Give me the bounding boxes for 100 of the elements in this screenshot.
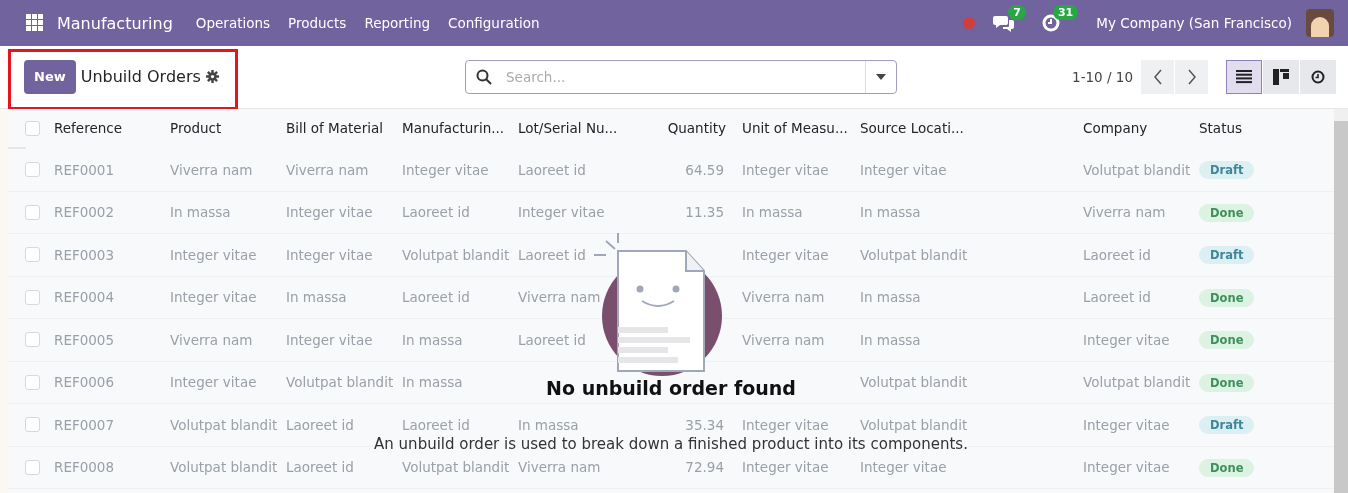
clock-icon[interactable] (1041, 14, 1060, 32)
row-checkbox[interactable] (25, 417, 40, 433)
table-cell: Laoreet id (402, 204, 470, 221)
status-badge: Done (1199, 373, 1255, 392)
table-cell: Laoreet id (286, 459, 354, 476)
product-header[interactable]: Product (162, 120, 278, 136)
table-cell: Viverra nam (518, 289, 601, 306)
menu-item[interactable]: Products (288, 15, 347, 31)
table-cell: Viverra nam (742, 331, 825, 348)
table-cell: REF0004 (54, 289, 115, 306)
status-badge: Done (1199, 331, 1255, 350)
table-cell: 11.35 (685, 204, 724, 221)
location-header[interactable]: Source Locati... (852, 120, 1075, 136)
scrollbar[interactable] (1334, 109, 1348, 493)
table-cell: Viverra nam (170, 161, 253, 178)
table-cell: Integer vitae (1083, 416, 1170, 433)
menu-item[interactable]: Reporting (364, 15, 430, 31)
row-checkbox[interactable] (25, 247, 40, 263)
table-cell: Integer vitae (742, 459, 829, 476)
row-checkbox[interactable] (25, 204, 40, 220)
status-badge: Done (1199, 203, 1255, 222)
table-cell: In massa (742, 204, 803, 221)
bom-header[interactable]: Bill of Material (278, 120, 394, 136)
menu-item[interactable]: Configuration (448, 15, 540, 31)
user-avatar[interactable] (1306, 9, 1334, 37)
empty-state-title: No unbuild order found (546, 378, 796, 398)
table-cell: Volutpat blandit (1083, 374, 1191, 391)
app-name[interactable]: Manufacturing (57, 13, 173, 33)
status-header[interactable]: Status (1191, 120, 1243, 136)
status-badge: Done (1199, 458, 1255, 477)
list-icon (1236, 70, 1252, 84)
search-field[interactable]: Search... (465, 60, 897, 94)
table-cell: Integer vitae (860, 459, 947, 476)
table-cell: 64.59 (685, 161, 724, 178)
table-cell: Integer vitae (170, 246, 257, 263)
new-button[interactable]: New (24, 59, 76, 94)
table-cell: 35.34 (685, 416, 724, 433)
row-checkbox[interactable] (25, 332, 40, 348)
next-page-button[interactable] (1175, 60, 1208, 94)
table-cell: Laoreet id (1083, 289, 1151, 306)
status-badge: Draft (1199, 161, 1255, 180)
table-cell: Volutpat blandit (402, 246, 510, 263)
table-cell: 72.94 (685, 459, 724, 476)
status-dot-icon[interactable] (963, 17, 976, 29)
chevron-right-icon (1186, 69, 1197, 85)
table-cell: Viverra nam (518, 459, 601, 476)
table-cell: In massa (286, 289, 347, 306)
company-header[interactable]: Company (1075, 120, 1191, 136)
empty-state-description: An unbuild order is used to break down a finished product into its components. (374, 436, 968, 452)
table-cell: In massa (860, 289, 921, 306)
chat-icon[interactable] (993, 14, 1016, 32)
previous-page-button[interactable] (1141, 60, 1174, 94)
gear-icon[interactable] (205, 70, 219, 83)
status-badge: Draft (1199, 246, 1255, 265)
activity-view-button[interactable] (1300, 60, 1336, 94)
row-checkbox[interactable] (25, 162, 40, 178)
table-cell: Integer vitae (402, 161, 489, 178)
table-cell: Integer vitae (286, 331, 373, 348)
table-cell: Viverra nam (742, 289, 825, 306)
table-cell: REF0007 (54, 416, 115, 433)
lot-header[interactable]: Lot/Serial Nu... (510, 120, 626, 136)
row-checkbox[interactable] (25, 459, 40, 475)
table-cell: REF0001 (54, 161, 115, 178)
message-count: 7 (1008, 5, 1026, 20)
table-cell: Integer vitae (518, 204, 605, 221)
search-input[interactable]: Search... (504, 68, 865, 86)
page-title: Unbuild Orders (80, 67, 201, 86)
table-cell: Laoreet id (402, 416, 470, 433)
select-all-checkbox[interactable] (25, 120, 40, 136)
kanban-icon (1273, 69, 1289, 85)
reference-header[interactable]: Reference (46, 120, 162, 136)
uom-header[interactable]: Unit of Measu... (734, 120, 852, 136)
table-cell: Laoreet id (518, 161, 586, 178)
table-cell: Laoreet id (1083, 246, 1151, 263)
company-switcher[interactable]: My Company (San Francisco) (1096, 15, 1292, 31)
quantity-header[interactable]: Quantity (626, 120, 734, 136)
activity-count: 31 (1052, 5, 1079, 20)
table-cell: Viverra nam (1083, 204, 1166, 221)
table-cell: In massa (860, 331, 921, 348)
table-cell: Integer vitae (286, 204, 373, 221)
table-cell: Laoreet id (286, 416, 354, 433)
table-cell: Volutpat blandit (860, 374, 968, 391)
table-cell: In massa (860, 204, 921, 221)
apps-menu-icon[interactable] (26, 14, 44, 32)
table-cell: Integer vitae (286, 246, 373, 263)
table-cell: Volutpat blandit (170, 459, 278, 476)
table-cell: Laoreet id (518, 331, 586, 348)
menu-item[interactable]: Operations (195, 15, 271, 31)
list-view-button[interactable] (1226, 60, 1262, 94)
table-cell: Integer vitae (1083, 459, 1170, 476)
row-checkbox[interactable] (25, 374, 40, 390)
table-cell: Integer vitae (170, 289, 257, 306)
chevron-left-icon (1152, 69, 1163, 85)
mo-header[interactable]: Manufacturin... (394, 120, 510, 136)
status-badge: Done (1199, 288, 1255, 307)
kanban-view-button[interactable] (1263, 60, 1299, 94)
table-cell: Volutpat blandit (402, 459, 510, 476)
table-cell: Volutpat blandit (170, 416, 278, 433)
pager-value[interactable]: 1-10 / 10 (1072, 69, 1133, 85)
row-checkbox[interactable] (25, 289, 40, 305)
